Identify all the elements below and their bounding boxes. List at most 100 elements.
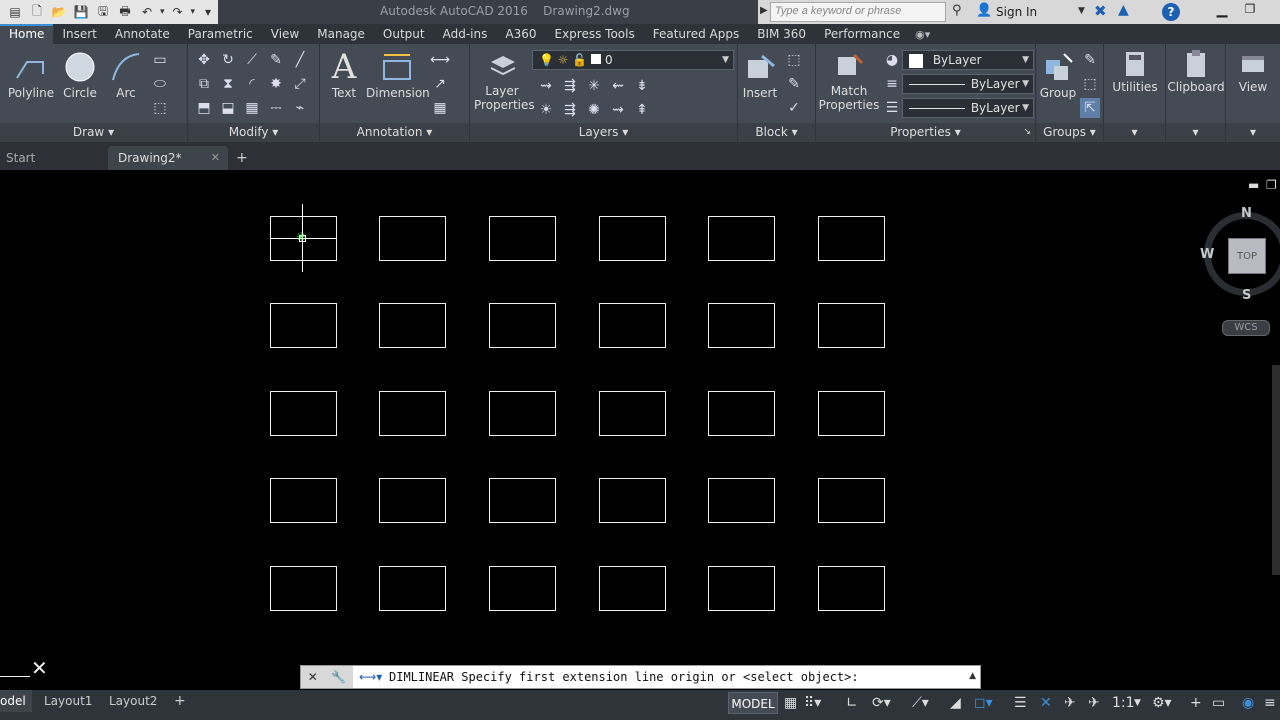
view-expand[interactable]: ▾: [1226, 123, 1280, 142]
group-selection-icon[interactable]: ⇱: [1080, 98, 1100, 118]
rectangle-r2-c1[interactable]: [270, 303, 337, 348]
layout1-tab[interactable]: Layout1: [36, 690, 100, 712]
object-snap-icon[interactable]: ◻▾: [974, 693, 993, 713]
rectangle-r3-c5[interactable]: [708, 391, 775, 436]
viewport-minimize-icon[interactable]: ▬: [1248, 178, 1259, 192]
units-icon[interactable]: ▭: [1212, 693, 1225, 713]
undo-icon[interactable]: ↶: [138, 3, 156, 21]
hatch-icon[interactable]: ⬭: [150, 74, 170, 94]
layer-on-tool-icon[interactable]: ✺: [584, 100, 604, 120]
rectangle-r4-c5[interactable]: [708, 478, 775, 523]
close-tab-icon[interactable]: ✕: [211, 146, 220, 170]
search-expand-icon[interactable]: ▶: [760, 5, 768, 16]
lineweight-toggle-icon[interactable]: ☰: [1014, 693, 1027, 713]
create-block-icon[interactable]: ⬚: [784, 50, 804, 70]
circle-button[interactable]: Circle: [58, 48, 102, 100]
rectangle-r3-c1[interactable]: [270, 391, 337, 436]
workspace-gear-icon[interactable]: ⚙▾: [1152, 693, 1172, 713]
block-panel-title[interactable]: Block ▾: [738, 123, 815, 142]
tab-view[interactable]: View: [262, 24, 308, 44]
layer-isolate-icon[interactable]: ⇶: [560, 76, 580, 96]
utilities-expand[interactable]: ▾: [1104, 123, 1165, 142]
sign-in-button[interactable]: Sign In: [996, 5, 1037, 19]
rectangle-r3-c3[interactable]: [489, 391, 556, 436]
linetype-dropdown[interactable]: ByLayer ▼: [902, 74, 1034, 94]
edit-block-icon[interactable]: ✎: [784, 74, 804, 94]
dimension-button[interactable]: Dimension: [366, 48, 430, 100]
match-properties-button[interactable]: Match Properties: [818, 48, 880, 112]
leader-icon[interactable]: ↗: [430, 74, 450, 94]
rectangle-r4-c4[interactable]: [599, 478, 666, 523]
model-layout-tab[interactable]: odel: [0, 690, 32, 712]
new-file-icon[interactable]: 🗋: [28, 3, 46, 21]
restore-icon[interactable]: ❐: [1238, 2, 1262, 20]
open-file-icon[interactable]: 📂: [50, 3, 68, 21]
offset-icon[interactable]: ⎓: [266, 98, 286, 118]
binoculars-icon[interactable]: ⚲: [952, 3, 962, 18]
rectangle-r1-c3[interactable]: [489, 216, 556, 261]
array-icon[interactable]: ▦: [242, 98, 262, 118]
tab-express-tools[interactable]: Express Tools: [546, 24, 644, 44]
close-command-icon[interactable]: ✕: [308, 670, 318, 684]
rectangle-r5-c6[interactable]: [818, 566, 885, 611]
layer-unisolate-icon[interactable]: ☀: [536, 100, 556, 120]
rectangle-r3-c2[interactable]: [379, 391, 446, 436]
compass-north[interactable]: N: [1241, 206, 1252, 221]
tab-insert[interactable]: Insert: [53, 24, 105, 44]
undo-dropdown-icon[interactable]: ▾: [160, 7, 165, 17]
rectangle-r4-c1[interactable]: [270, 478, 337, 523]
rotate-icon[interactable]: ↻: [218, 50, 238, 70]
ortho-icon[interactable]: ∟: [846, 693, 858, 713]
explode-icon[interactable]: ✸: [266, 74, 286, 94]
layer-previous-icon[interactable]: ⇞: [632, 100, 652, 120]
customize-status-icon[interactable]: ≡: [1264, 693, 1276, 713]
annotate-scale-icon[interactable]: ✈: [1088, 693, 1100, 713]
rectangle-r2-c2[interactable]: [379, 303, 446, 348]
redo-icon[interactable]: ↷: [169, 3, 187, 21]
tab-output[interactable]: Output: [374, 24, 434, 44]
modify-panel-title[interactable]: Modify ▾: [188, 123, 319, 142]
utilities-button[interactable]: Utilities: [1106, 48, 1164, 94]
rectangle-r5-c1[interactable]: [270, 566, 337, 611]
rectangle-r4-c6[interactable]: [818, 478, 885, 523]
compass-south[interactable]: S: [1242, 288, 1251, 303]
annotation-scale[interactable]: 1:1: [1112, 693, 1135, 713]
rectangle-r5-c3[interactable]: [489, 566, 556, 611]
isodraft-icon[interactable]: ⟋▾: [912, 693, 929, 713]
sign-in-dropdown-icon[interactable]: ▼: [1078, 6, 1085, 16]
lineweight-dropdown[interactable]: ByLayer ▼: [902, 98, 1034, 118]
rectangle-r4-c2[interactable]: [379, 478, 446, 523]
clipboard-expand[interactable]: ▾: [1166, 123, 1225, 142]
command-history-icon[interactable]: ▲: [969, 671, 976, 681]
tab-manage[interactable]: Manage: [308, 24, 374, 44]
rectangle-r2-c4[interactable]: [599, 303, 666, 348]
erase-icon[interactable]: ✎: [266, 50, 286, 70]
view-button[interactable]: View: [1226, 48, 1280, 94]
object-snap-tracking-icon[interactable]: ◢: [950, 693, 961, 713]
break-icon[interactable]: ⌁: [290, 98, 310, 118]
rectangle-r2-c3[interactable]: [489, 303, 556, 348]
scale-icon[interactable]: ⬓: [218, 98, 238, 118]
linear-dim-icon[interactable]: ⟷: [430, 50, 450, 70]
properties-panel-title[interactable]: Properties ▾ ↘: [816, 123, 1035, 142]
layout2-tab[interactable]: Layout2: [101, 690, 165, 712]
layer-dropdown[interactable]: 💡 ☼ 🔓 0 ▼: [532, 50, 734, 70]
redo-dropdown-icon[interactable]: ▾: [191, 7, 196, 17]
layers-panel-title[interactable]: Layers ▾: [470, 123, 737, 142]
trim-icon[interactable]: ⟋: [242, 50, 262, 70]
wcs-menu[interactable]: WCS: [1222, 320, 1270, 336]
rectangle-r2-c5[interactable]: [708, 303, 775, 348]
rectangle-r1-c6[interactable]: [818, 216, 885, 261]
polar-icon[interactable]: ⟳▾: [872, 693, 891, 713]
nav-bar[interactable]: [1272, 365, 1280, 575]
customize-command-icon[interactable]: 🔧: [331, 670, 346, 684]
tab-performance[interactable]: Performance: [815, 24, 909, 44]
rectangle-r5-c5[interactable]: [708, 566, 775, 611]
tab-parametric[interactable]: Parametric: [179, 24, 262, 44]
save-icon[interactable]: 💾: [72, 3, 90, 21]
grid-icon[interactable]: ▦: [784, 693, 797, 713]
stretch-icon[interactable]: ⬒: [194, 98, 214, 118]
arc-button[interactable]: Arc: [104, 48, 148, 100]
compass-west[interactable]: W: [1200, 247, 1214, 262]
region-icon[interactable]: ⬚: [150, 98, 170, 118]
